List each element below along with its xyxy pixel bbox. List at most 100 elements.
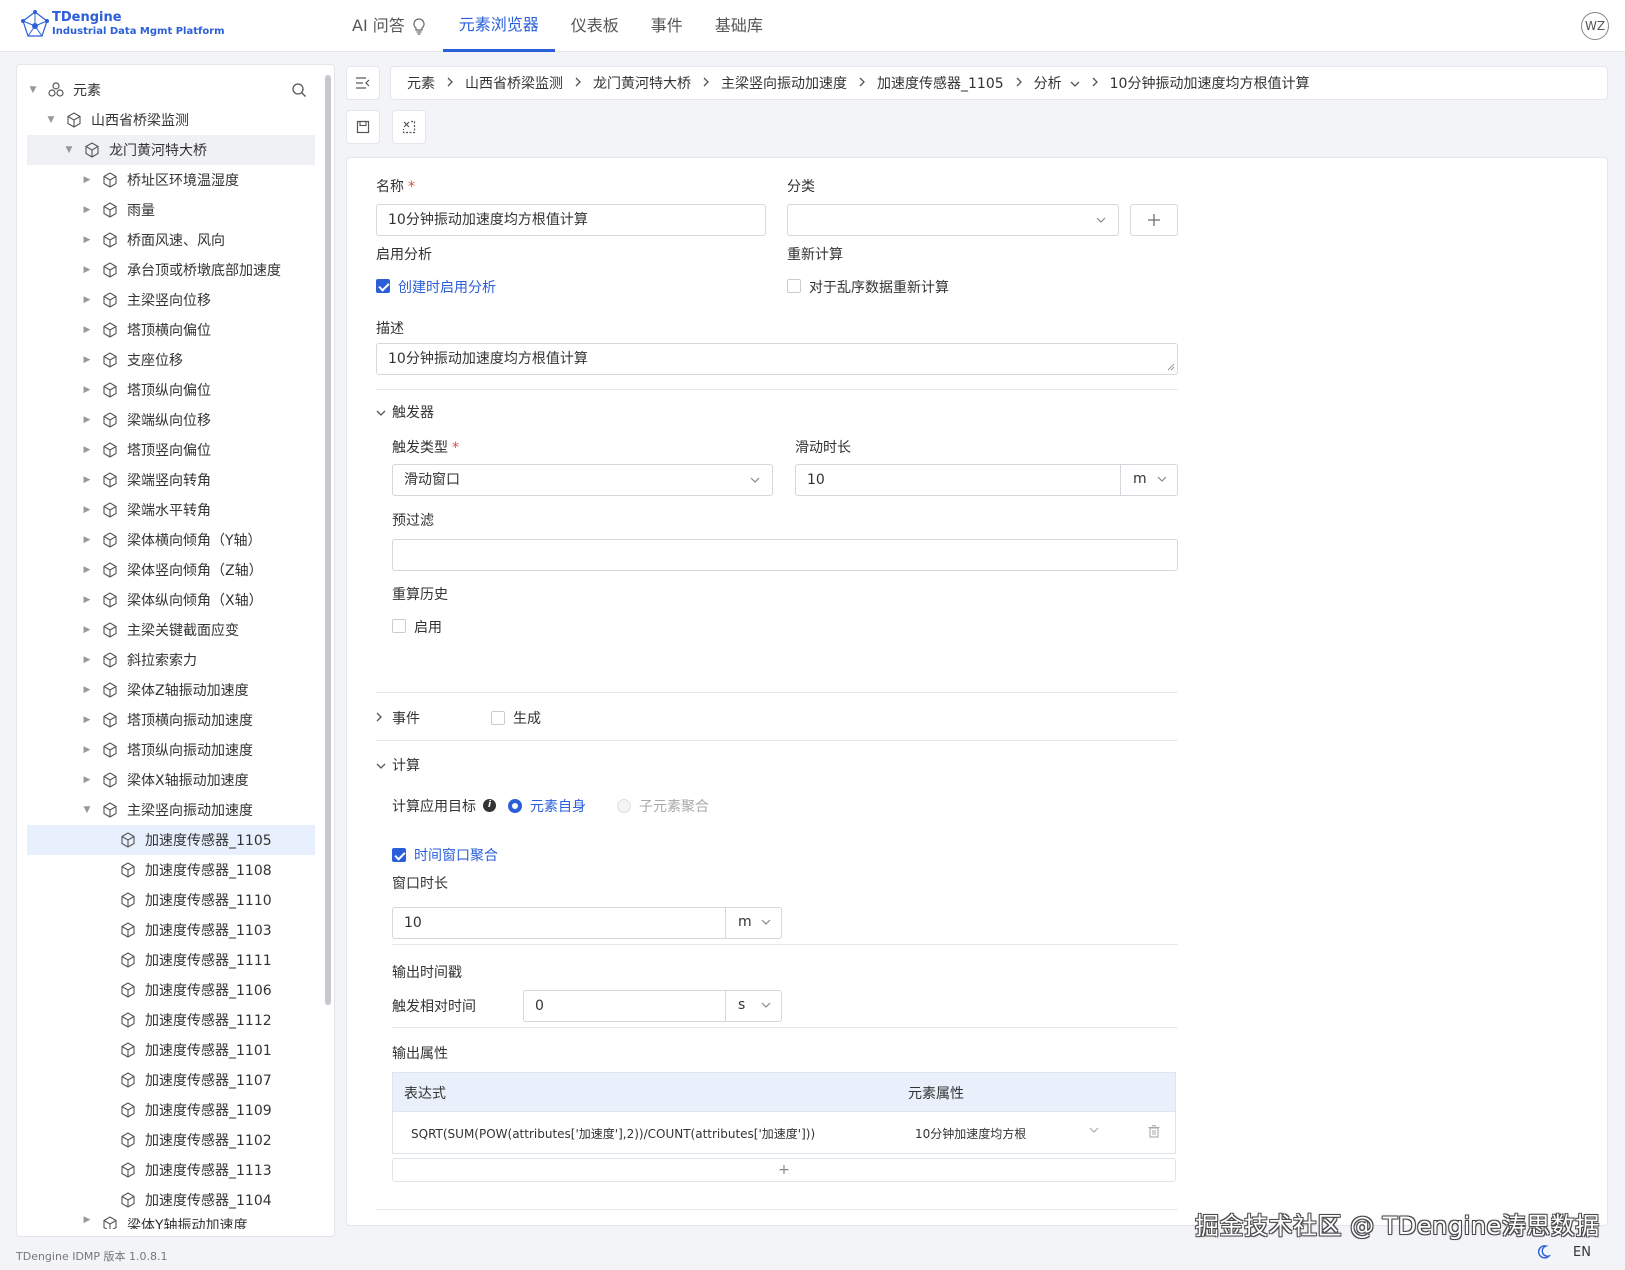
tree-item[interactable]: ▶ 梁端水平转角: [27, 495, 315, 525]
tree-item[interactable]: 加速度传感器_1106: [27, 975, 315, 1005]
tree-item[interactable]: ▶ 主梁关键截面应变: [27, 615, 315, 645]
trigger-relative-input[interactable]: 0 s: [523, 990, 782, 1022]
caret-right-icon[interactable]: ▶: [81, 265, 93, 275]
tree-item[interactable]: ▶ 雨量: [27, 195, 315, 225]
slide-unit-select[interactable]: m: [1120, 464, 1177, 496]
caret-down-icon[interactable]: ▼: [45, 115, 57, 125]
add-category-button[interactable]: [1130, 204, 1178, 236]
prefilter-input[interactable]: [392, 539, 1178, 571]
window-agg-label[interactable]: 时间窗口聚合: [414, 845, 498, 865]
caret-right-icon[interactable]: ▶: [81, 775, 93, 785]
tree-item[interactable]: ▶ 梁体横向倾角（Y轴）: [27, 525, 315, 555]
tree-item[interactable]: ▶ 塔顶横向振动加速度: [27, 705, 315, 735]
caret-right-icon[interactable]: ▶: [81, 385, 93, 395]
nav-element-browser[interactable]: 元素浏览器: [442, 0, 555, 52]
tree-item[interactable]: ▶ 桥面风速、风向: [27, 225, 315, 255]
trigger-section-header[interactable]: 触发器: [376, 402, 434, 422]
exit-edit-button[interactable]: [392, 110, 426, 144]
expression-cell[interactable]: SQRT(SUM(POW(attributes['加速度'],2))/COUNT…: [411, 1125, 815, 1142]
tree-item[interactable]: 加速度传感器_1108: [27, 855, 315, 885]
chevron-down-icon[interactable]: [1070, 75, 1080, 91]
tree-item[interactable]: 加速度传感器_1103: [27, 915, 315, 945]
tree-item[interactable]: ▶ 桥址区环境温湿度: [27, 165, 315, 195]
breadcrumb-item[interactable]: 山西省桥梁监测: [465, 73, 563, 93]
breadcrumb-item[interactable]: 龙门黄河特大桥: [593, 73, 691, 93]
tree-item-level2[interactable]: ▼ 龙门黄河特大桥: [27, 135, 315, 165]
tree-item[interactable]: ▶ 斜拉索索力: [27, 645, 315, 675]
window-length-input[interactable]: 10 m: [392, 907, 782, 939]
trigger-relative-unit-select[interactable]: s: [725, 990, 781, 1022]
breadcrumb-item[interactable]: 元素: [407, 73, 435, 93]
nav-dashboard[interactable]: 仪表板: [555, 0, 635, 52]
event-generate-checkbox[interactable]: [491, 711, 505, 725]
tree-item[interactable]: ▶ 梁体纵向倾角（X轴）: [27, 585, 315, 615]
caret-right-icon[interactable]: ▶: [81, 325, 93, 335]
caret-right-icon[interactable]: ▶: [81, 355, 93, 365]
tree-item[interactable]: ▶ 塔顶纵向偏位: [27, 375, 315, 405]
enable-on-create-checkbox[interactable]: [376, 279, 390, 293]
target-children-radio[interactable]: [617, 799, 631, 813]
tree-item[interactable]: ▶ 塔顶竖向偏位: [27, 435, 315, 465]
event-section-header[interactable]: 事件: [376, 708, 420, 728]
nav-events[interactable]: 事件: [635, 0, 699, 52]
breadcrumb-item[interactable]: 分析: [1034, 73, 1062, 93]
logo[interactable]: TDengine Industrial Data Mgmt Platform: [20, 10, 225, 40]
tree-item[interactable]: 加速度传感器_1112: [27, 1005, 315, 1035]
tree-item[interactable]: 加速度传感器_1102: [27, 1125, 315, 1155]
caret-right-icon[interactable]: ▶: [81, 235, 93, 245]
window-agg-checkbox[interactable]: [392, 848, 406, 862]
language-toggle[interactable]: EN: [1573, 1245, 1591, 1260]
resize-handle-icon[interactable]: [1167, 363, 1175, 371]
recalc-checkbox[interactable]: [787, 279, 801, 293]
collapse-sidebar-button[interactable]: [346, 66, 380, 100]
nav-ai-qa[interactable]: AI 问答: [336, 0, 443, 52]
caret-down-icon[interactable]: ▼: [81, 805, 93, 815]
tree-item[interactable]: ▶ 主梁竖向位移: [27, 285, 315, 315]
history-enable-label[interactable]: 启用: [414, 617, 442, 637]
caret-right-icon[interactable]: ▶: [81, 625, 93, 635]
tree-item[interactable]: 加速度传感器_1101: [27, 1035, 315, 1065]
tree-item[interactable]: ▶ 梁体X轴振动加速度: [27, 765, 315, 795]
caret-right-icon[interactable]: ▶: [81, 505, 93, 515]
breadcrumb-item[interactable]: 10分钟振动加速度均方根值计算: [1110, 73, 1310, 93]
tree-item[interactable]: ▶ 塔顶纵向振动加速度: [27, 735, 315, 765]
breadcrumb-item[interactable]: 加速度传感器_1105: [877, 73, 1004, 93]
caret-right-icon[interactable]: ▶: [81, 655, 93, 665]
tree-item-level1[interactable]: ▼ 山西省桥梁监测: [27, 105, 315, 135]
nav-library[interactable]: 基础库: [699, 0, 779, 52]
add-output-row-button[interactable]: +: [392, 1158, 1176, 1182]
tree-item[interactable]: 加速度传感器_1107: [27, 1065, 315, 1095]
caret-right-icon[interactable]: ▶: [81, 415, 93, 425]
caret-right-icon[interactable]: ▶: [81, 295, 93, 305]
caret-down-icon[interactable]: ▼: [63, 145, 75, 155]
recalc-checkbox-label[interactable]: 对于乱序数据重新计算: [809, 277, 949, 297]
moon-icon[interactable]: [1535, 1244, 1552, 1260]
target-self-label[interactable]: 元素自身: [530, 796, 586, 816]
category-select[interactable]: [787, 204, 1119, 236]
tree-root[interactable]: ▼ 元素: [27, 75, 315, 105]
enable-on-create-label[interactable]: 创建时启用分析: [398, 277, 496, 297]
tree-item[interactable]: 加速度传感器_1110: [27, 885, 315, 915]
tree-item[interactable]: ▶ 承台顶或桥墩底部加速度: [27, 255, 315, 285]
trash-icon[interactable]: [1148, 1125, 1160, 1141]
caret-right-icon[interactable]: ▶: [81, 685, 93, 695]
tree-item-selected[interactable]: 加速度传感器_1105: [27, 825, 315, 855]
search-icon[interactable]: [291, 82, 307, 98]
caret-right-icon[interactable]: ▶: [81, 745, 93, 755]
save-button[interactable]: [346, 110, 380, 144]
tree-item[interactable]: 加速度传感器_1109: [27, 1095, 315, 1125]
tree-item[interactable]: ▼ 主梁竖向振动加速度: [27, 795, 315, 825]
caret-right-icon[interactable]: ▶: [81, 205, 93, 215]
slide-duration-input[interactable]: 10 m: [795, 464, 1178, 496]
caret-right-icon[interactable]: ▶: [81, 175, 93, 185]
tree-item[interactable]: ▶ 梁端竖向转角: [27, 465, 315, 495]
history-enable-checkbox[interactable]: [392, 619, 406, 633]
caret-down-icon[interactable]: ▼: [27, 85, 39, 95]
caret-right-icon[interactable]: ▶: [81, 535, 93, 545]
tree-item[interactable]: ▶ 梁端纵向位移: [27, 405, 315, 435]
target-children-label[interactable]: 子元素聚合: [639, 796, 709, 816]
tree-item-partial[interactable]: ▶ 梁体Y轴振动加速度: [27, 1215, 315, 1229]
info-icon[interactable]: i: [483, 799, 496, 812]
tree-item[interactable]: 加速度传感器_1104: [27, 1185, 315, 1215]
breadcrumb-item[interactable]: 主梁竖向振动加速度: [721, 73, 847, 93]
